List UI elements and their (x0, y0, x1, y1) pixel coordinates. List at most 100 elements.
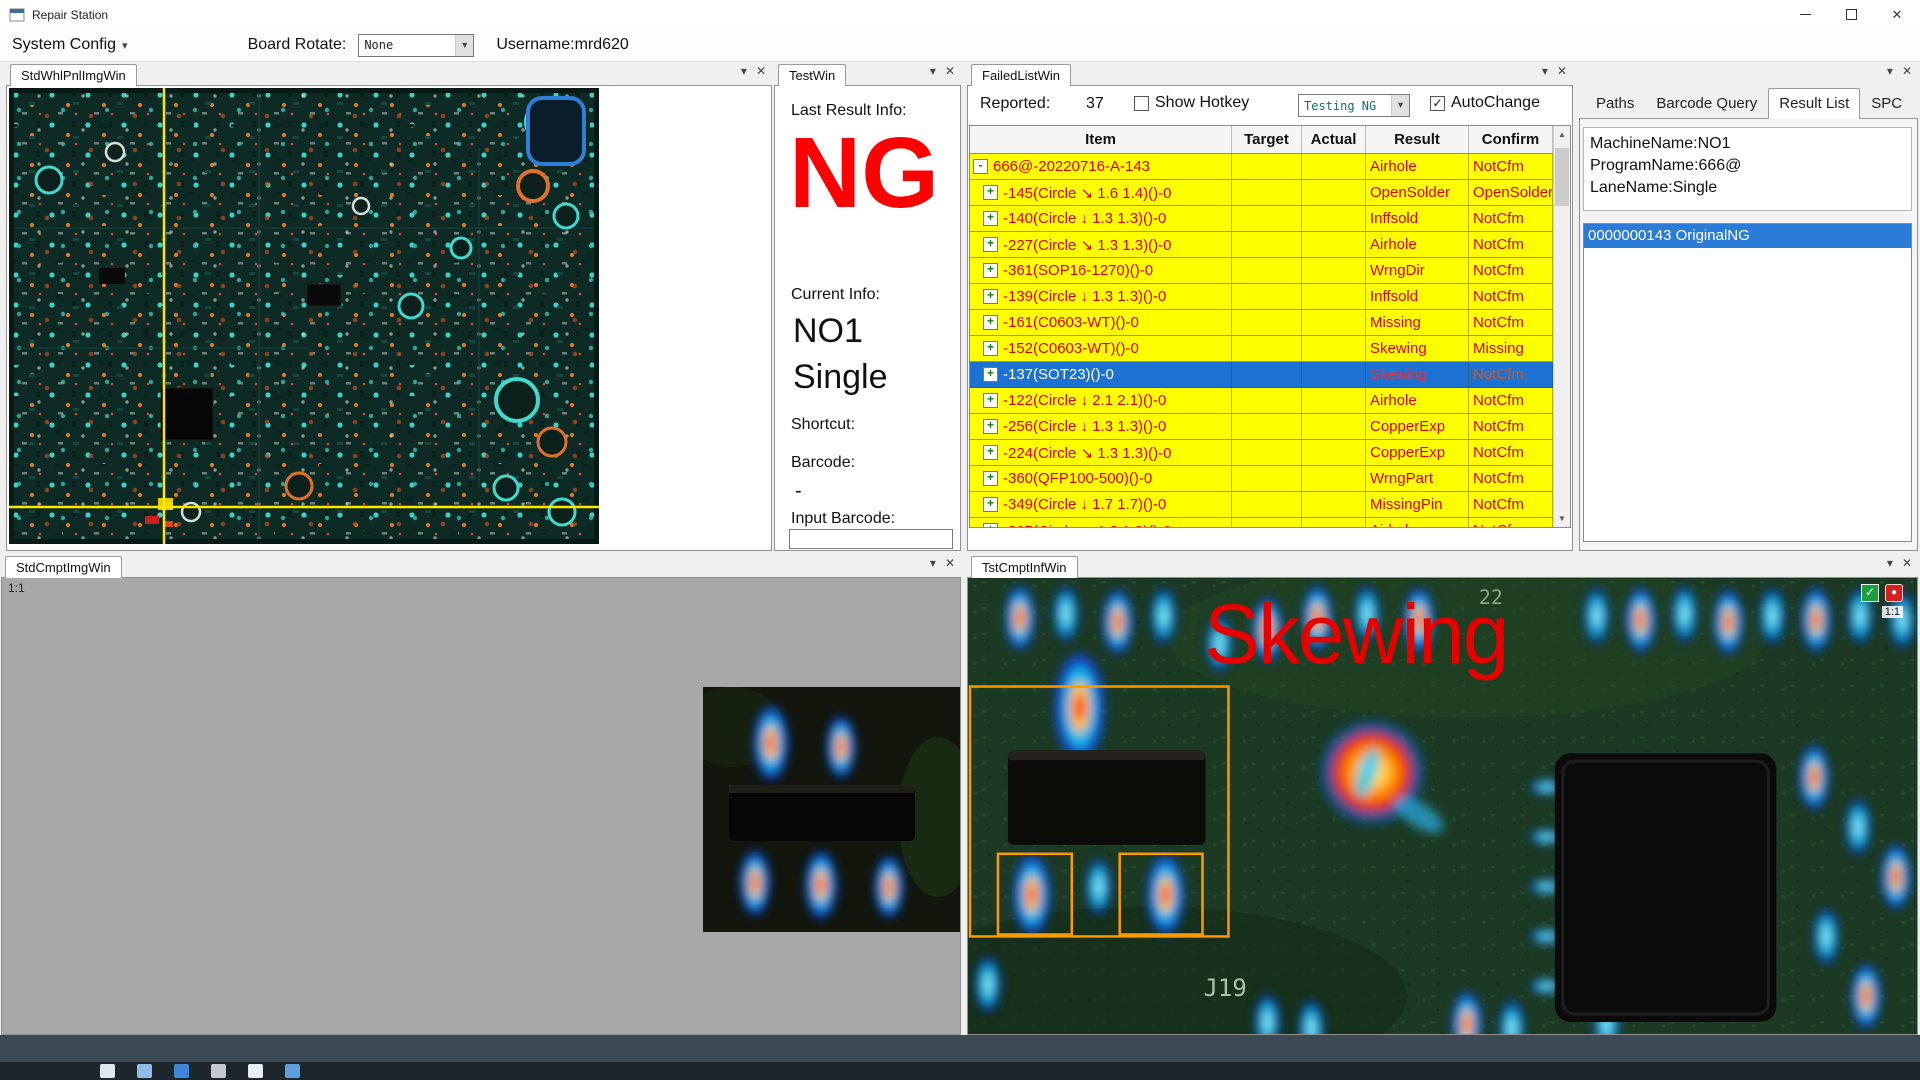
show-hotkey-checkbox[interactable]: Show Hotkey (1134, 94, 1249, 112)
cell-item: + -349(Circle ↓ 1.7 1.7)()-0 (970, 492, 1232, 517)
failed-row[interactable]: + -361(SOP16-1270)()-0 WrngDir NotCfm (970, 258, 1553, 284)
panel-tab-failedlistwin[interactable]: FailedListWin (971, 64, 1072, 86)
tab-barcode-query[interactable]: Barcode Query (1645, 88, 1768, 119)
reference-thermal-image[interactable] (703, 687, 960, 932)
expand-icon[interactable]: + (983, 237, 998, 252)
window-title: Repair Station (32, 7, 109, 22)
expand-icon[interactable]: + (983, 341, 998, 356)
failed-list-controls: Reported: 37 Show Hotkey Testing NG ▾ ✓ … (968, 86, 1572, 125)
minimize-button[interactable] (1782, 0, 1828, 29)
result-list-item[interactable]: 0000000143 OriginalNG (1584, 224, 1911, 248)
item-label: -137(SOT23)()-0 (1003, 366, 1114, 383)
expand-icon[interactable]: + (983, 393, 998, 408)
tab-result-list[interactable]: Result List (1768, 88, 1861, 119)
ic-chip (160, 387, 214, 441)
window-position-icon[interactable]: ▾ (1887, 65, 1893, 77)
panel-tab-testwin[interactable]: TestWin (778, 64, 847, 86)
tab-paths[interactable]: Paths (1585, 88, 1645, 119)
last-result-value: NG (789, 117, 939, 229)
scroll-down-icon[interactable]: ▼ (1554, 510, 1570, 527)
expand-icon[interactable]: + (983, 471, 998, 486)
checkbox-icon[interactable]: ✓ (1430, 95, 1445, 111)
dropdown-arrow-icon[interactable]: ▾ (1391, 95, 1409, 116)
ng-flag-icon[interactable]: ● (1885, 584, 1903, 602)
scroll-up-icon[interactable]: ▲ (1554, 126, 1570, 143)
close-icon[interactable]: ✕ (945, 557, 955, 569)
column-header-result[interactable]: Result (1366, 126, 1469, 153)
cell-actual (1302, 336, 1366, 361)
system-config-menu[interactable]: System Config ▾ (0, 29, 138, 61)
expand-icon[interactable]: + (983, 419, 998, 434)
expand-icon[interactable]: + (983, 445, 998, 460)
window-position-icon[interactable]: ▾ (930, 65, 936, 77)
component-body (729, 785, 915, 841)
shortcut-label: Shortcut: (791, 416, 856, 433)
vertical-scrollbar[interactable]: ▲ ▼ (1553, 126, 1570, 527)
confirm-check-icon[interactable]: ✓ (1861, 584, 1879, 602)
failed-row[interactable]: -666@-20220716-A-143 Airhole NotCfm (970, 154, 1553, 180)
expand-icon[interactable]: + (983, 185, 998, 200)
failed-row[interactable]: + -224(Circle ↘ 1.3 1.3)()-0 CopperExp NotC… (970, 440, 1553, 466)
failed-row[interactable]: + -161(C0603-WT)()-0 Missing NotCfm (970, 310, 1553, 336)
failed-row[interactable]: + -227(Circle ↘ 1.3 1.3)()-0 Airhole NotCfm (970, 232, 1553, 258)
expand-icon[interactable]: + (983, 211, 998, 226)
maximize-button[interactable] (1828, 0, 1874, 29)
panel-tab-stdwhlpnlimgwin[interactable]: StdWhlPnlImgWin (10, 64, 137, 86)
panel-header: StdCmptImgWin ▾ ✕ (1, 553, 961, 578)
panel-header: StdWhlPnlImgWin ▾ ✕ (6, 61, 772, 86)
result-listbox[interactable]: 0000000143 OriginalNG (1583, 223, 1912, 542)
cell-target (1232, 258, 1302, 283)
failed-row[interactable]: + -307(Circle ↘ 1.3 1.3)()-0 AirholeNotCfm (970, 518, 1553, 527)
failed-row[interactable]: + -137(SOT23)()-0 Skewing NotCfm (970, 362, 1553, 388)
checkbox-icon[interactable] (1134, 95, 1149, 111)
close-icon[interactable]: ✕ (1902, 65, 1912, 77)
failed-row[interactable]: + -152(C0603-WT)()-0 Skewing Missing (970, 336, 1553, 362)
taskbar-icon[interactable] (137, 1064, 152, 1078)
cell-target (1232, 492, 1302, 517)
column-header-actual[interactable]: Actual (1302, 126, 1366, 153)
result-list-body: MachineName:NO1 ProgramName:666@ LaneNam… (1579, 119, 1918, 551)
taskbar-icon[interactable] (285, 1064, 300, 1078)
collapse-icon[interactable]: - (973, 159, 988, 174)
tab-spc[interactable]: SPC (1860, 88, 1913, 119)
close-icon[interactable]: ✕ (1557, 65, 1567, 77)
close-icon[interactable]: ✕ (1902, 557, 1912, 569)
expand-icon[interactable]: + (983, 497, 998, 512)
expand-icon[interactable]: + (983, 289, 998, 304)
failed-row[interactable]: + -140(Circle ↓ 1.3 1.3)()-0 Inffsold NotCf… (970, 206, 1553, 232)
board-image[interactable] (7, 86, 604, 549)
window-position-icon[interactable]: ▾ (741, 65, 747, 77)
column-header-confirm[interactable]: Confirm (1469, 126, 1553, 153)
failed-row[interactable]: + -122(Circle ↓ 2.1 2.1)()-0 Airhole NotCfm (970, 388, 1553, 414)
close-button[interactable]: ✕ (1874, 0, 1920, 29)
expand-icon[interactable]: + (983, 523, 998, 527)
failed-row[interactable]: + -349(Circle ↓ 1.7 1.7)()-0 MissingPin Not… (970, 492, 1553, 518)
taskbar-icon[interactable] (174, 1064, 189, 1078)
taskbar-icon[interactable] (211, 1064, 226, 1078)
close-icon[interactable]: ✕ (756, 65, 766, 77)
input-barcode-field[interactable] (789, 529, 953, 549)
column-header-target[interactable]: Target (1232, 126, 1302, 153)
window-position-icon[interactable]: ▾ (930, 557, 936, 569)
failed-row[interactable]: + -360(QFP100-500)()-0 WrngPart NotCfm (970, 466, 1553, 492)
window-position-icon[interactable]: ▾ (1542, 65, 1548, 77)
expand-icon[interactable]: + (983, 263, 998, 278)
dropdown-arrow-icon[interactable]: ▾ (455, 34, 474, 56)
autochange-checkbox[interactable]: ✓ AutoChange (1430, 94, 1540, 112)
failed-row[interactable]: + -256(Circle ↓ 1.3 1.3)()-0 CopperExp NotC… (970, 414, 1553, 440)
taskbar-icon[interactable] (100, 1064, 115, 1078)
column-header-item[interactable]: Item (970, 126, 1232, 153)
failed-row[interactable]: + -145(Circle ↘ 1.6 1.4)()-0 OpenSolder Ope… (970, 180, 1553, 206)
failed-row[interactable]: + -139(Circle ↓ 1.3 1.3)()-0 Inffsold NotCf… (970, 284, 1553, 310)
panel-tab-tstcmptinfwin[interactable]: TstCmptInfWin (971, 556, 1078, 578)
expand-icon[interactable]: + (983, 315, 998, 330)
board-rotate-select[interactable]: None ▾ (358, 33, 475, 57)
expand-icon[interactable]: + (983, 367, 998, 382)
cell-actual (1302, 180, 1366, 205)
close-icon[interactable]: ✕ (945, 65, 955, 77)
result-filter-select[interactable]: Testing NG ▾ (1298, 94, 1410, 117)
window-position-icon[interactable]: ▾ (1887, 557, 1893, 569)
scrollbar-thumb[interactable] (1555, 148, 1569, 206)
panel-tab-stdcmptimgwin[interactable]: StdCmptImgWin (5, 556, 122, 578)
taskbar-icon[interactable] (248, 1064, 263, 1078)
